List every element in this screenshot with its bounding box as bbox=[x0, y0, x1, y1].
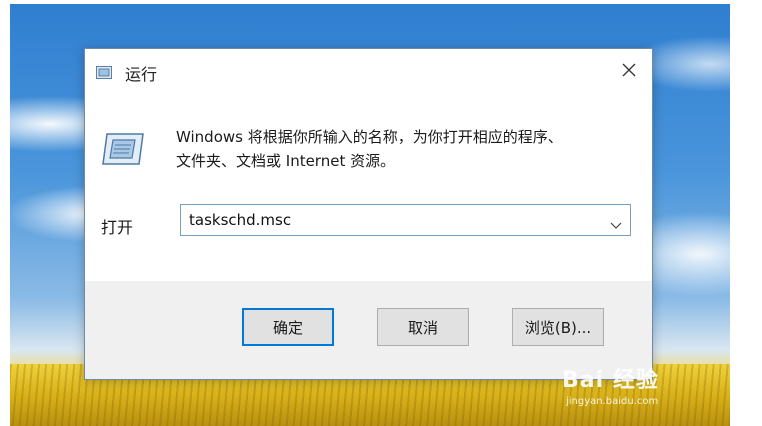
open-input[interactable] bbox=[189, 205, 589, 235]
window-title: 运行 bbox=[125, 65, 158, 84]
open-label: 打开 bbox=[101, 218, 134, 237]
description-line: Windows 将根据你所输入的名称，为你打开相应的程序、 bbox=[176, 128, 563, 146]
dialog-body: Windows 将根据你所输入的名称，为你打开相应的程序、 文件夹、文档或 In… bbox=[85, 93, 652, 281]
baidu-watermark: Bai 经验 jingyan.baidu.com bbox=[562, 362, 712, 416]
browse-button[interactable]: 浏览(B)... bbox=[512, 308, 604, 346]
title-bar: 运行 bbox=[85, 49, 652, 93]
watermark-logo: Bai 经验 bbox=[562, 368, 659, 393]
description: Windows 将根据你所输入的名称，为你打开相应的程序、 文件夹、文档或 In… bbox=[176, 125, 636, 173]
description-line: 文件夹、文档或 Internet 资源。 bbox=[176, 152, 396, 170]
run-icon bbox=[101, 131, 145, 167]
open-combobox[interactable] bbox=[180, 204, 631, 236]
run-dialog: 运行 Windows 将根据你所输入的名称，为你打开相应的程序、 文件夹、文档或… bbox=[84, 48, 653, 380]
ok-button[interactable]: 确定 bbox=[242, 308, 334, 346]
close-button[interactable] bbox=[612, 55, 646, 87]
chevron-down-icon[interactable] bbox=[610, 215, 622, 229]
run-icon bbox=[96, 64, 112, 79]
close-icon bbox=[622, 62, 636, 81]
cancel-button[interactable]: 取消 bbox=[377, 308, 469, 346]
watermark-domain: jingyan.baidu.com bbox=[566, 396, 659, 407]
